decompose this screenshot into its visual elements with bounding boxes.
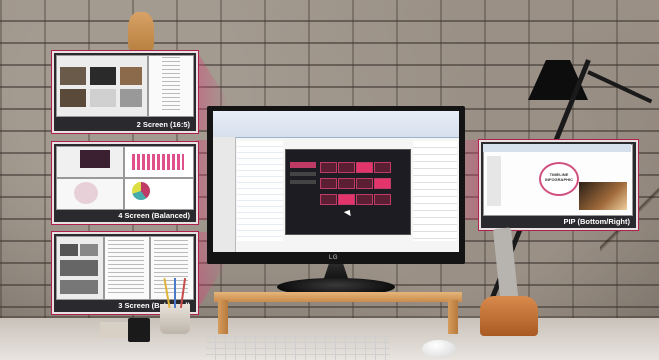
monitor: LG <box>207 106 465 264</box>
thumb-left-pane <box>56 55 148 117</box>
thumb-pie-chart <box>132 182 150 200</box>
thumb-diagram <box>74 182 98 204</box>
app-ribbon <box>213 111 459 138</box>
layout-tile-selected[interactable] <box>356 162 373 173</box>
layout-tile-selected[interactable] <box>338 194 355 205</box>
thumb-photo <box>80 150 110 168</box>
caption-pip: PIP (Bottom/Right) <box>563 217 630 226</box>
lg-logo: LG <box>329 255 339 261</box>
thumb-doc-lines <box>108 240 144 294</box>
osd-menu-item[interactable] <box>290 172 316 176</box>
thumb-doc-lines <box>162 57 180 113</box>
layout-tile[interactable] <box>338 162 355 173</box>
app-mail-list <box>237 141 283 241</box>
pip-slide-title: TIMELINE INFOGRAPHIC <box>545 172 573 182</box>
pencil-cup <box>160 304 190 334</box>
layout-tile[interactable] <box>338 178 355 189</box>
thumb-photo <box>120 67 142 85</box>
layout-tile[interactable] <box>374 194 391 205</box>
thumb-photo <box>90 89 116 107</box>
desk-object <box>100 322 128 338</box>
mouse <box>422 340 456 358</box>
layout-tile[interactable] <box>356 178 373 189</box>
osd-menu-item[interactable] <box>290 180 316 184</box>
screen-split-osd[interactable] <box>285 149 411 235</box>
layout-tile[interactable] <box>374 162 391 173</box>
caption-4-screen: 4 Screen (Balanced) <box>118 211 190 220</box>
thumb-photo <box>60 89 86 107</box>
layout-tile[interactable] <box>320 194 337 205</box>
osd-menu-item-active[interactable] <box>290 162 316 168</box>
thumb-4-screen[interactable]: 4 Screen (Balanced) <box>52 142 198 224</box>
wooden-mannequin <box>128 12 154 52</box>
desk-object-black <box>128 318 150 342</box>
keyboard <box>206 336 390 360</box>
thumb-photo <box>60 260 98 276</box>
layout-tile-selected[interactable] <box>374 178 391 189</box>
caption-2-screen: 2 Screen (16:5) <box>136 120 190 129</box>
monitor-screen[interactable] <box>213 111 459 252</box>
thumb-photo <box>80 244 98 256</box>
app-sidebar <box>213 137 236 252</box>
pip-inset-video <box>579 182 627 210</box>
phone-stand <box>480 296 538 336</box>
wooden-shelf <box>214 292 462 302</box>
thumb-2-screen[interactable]: 2 Screen (16:5) <box>52 51 198 133</box>
app-calendar-pane <box>413 141 457 241</box>
shelf-leg-left <box>218 300 228 334</box>
thumb-photo <box>60 67 86 85</box>
pencil <box>174 278 176 308</box>
thumb-photo <box>90 67 116 85</box>
thumb-photo <box>60 280 98 294</box>
layout-tile[interactable] <box>320 162 337 173</box>
layout-tile[interactable] <box>320 178 337 189</box>
thumb-bar-chart <box>132 154 184 170</box>
mouse-cursor-icon <box>343 207 354 217</box>
thumb-photo <box>60 244 78 256</box>
thumb-3-screen[interactable]: 3 Screen (Balanced) <box>52 232 198 314</box>
pip-slide-thumbs <box>487 156 501 206</box>
pip-ribbon <box>483 144 631 152</box>
thumb-pip[interactable]: TIMELINE INFOGRAPHIC PIP (Bottom/Right) <box>479 140 638 230</box>
thumb-photo <box>120 89 142 107</box>
layout-tile[interactable] <box>356 194 373 205</box>
shelf-leg-right <box>448 300 458 334</box>
